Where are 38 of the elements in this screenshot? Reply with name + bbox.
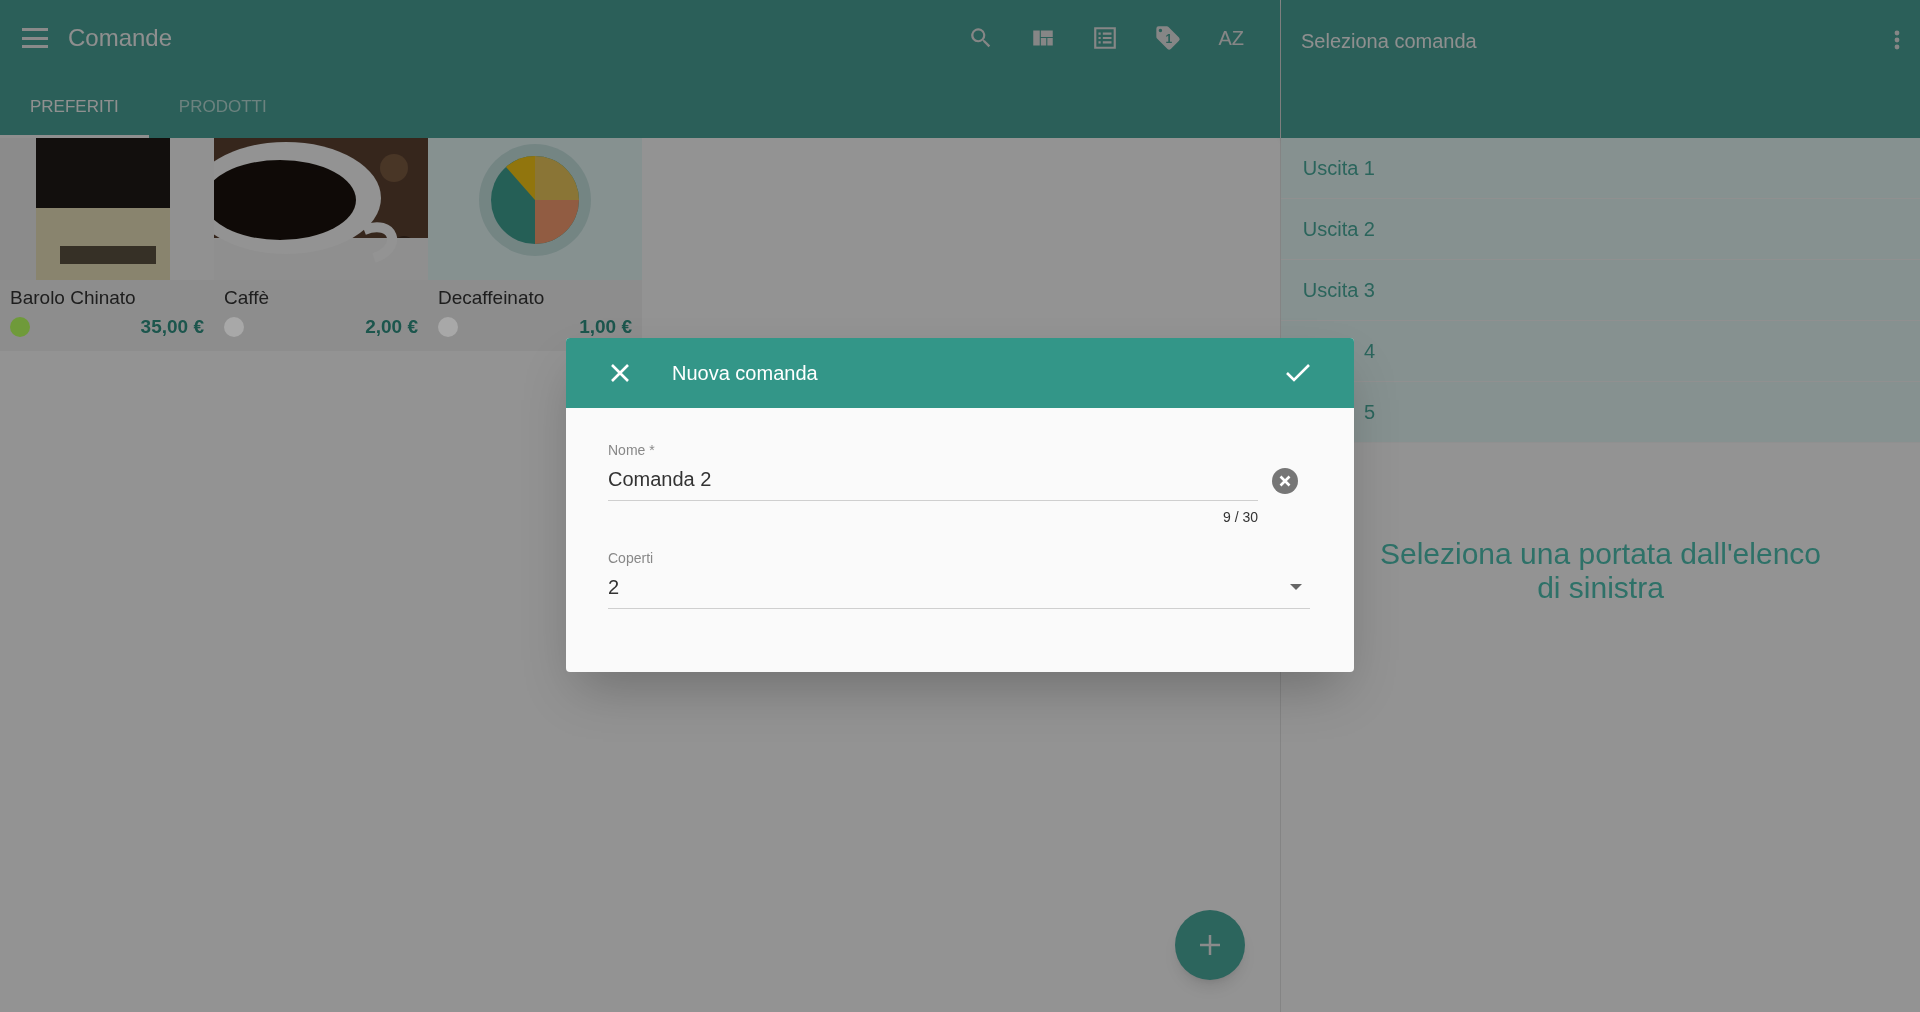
clear-icon[interactable]: [1272, 468, 1298, 494]
char-counter: 9 / 30: [1221, 508, 1258, 527]
tag-icon[interactable]: 1: [1154, 24, 1183, 52]
panel-title: Seleziona comanda: [1301, 29, 1477, 54]
more-icon[interactable]: [1894, 30, 1900, 50]
menu-icon[interactable]: [22, 28, 48, 48]
product-name: Decaffeinato: [437, 286, 546, 310]
course-row[interactable]: Uscita 1: [1281, 138, 1920, 199]
sort-button[interactable]: AZ: [1218, 23, 1244, 53]
course-label: 5: [1362, 400, 1375, 425]
tab[interactable]: PRODOTTI: [148, 76, 297, 138]
product-name: Caffè: [223, 286, 271, 310]
course-label: Uscita 1: [1301, 156, 1375, 181]
confirm-icon[interactable]: [1286, 363, 1310, 383]
product-price: 2,00 €: [365, 314, 418, 339]
product-price: 1,00 €: [579, 314, 632, 339]
product-card[interactable]: Decaffeinato 1,00 €: [428, 138, 642, 351]
close-icon[interactable]: [610, 363, 630, 383]
app-title: Comande: [68, 23, 173, 53]
dialog-title: Nuova comanda: [672, 361, 818, 386]
field-label: Nome *: [608, 442, 656, 458]
plus-icon: [1199, 934, 1221, 956]
product-card[interactable]: Barolo Chinato 35,00 €: [0, 138, 214, 351]
field-label: Coperti: [608, 550, 655, 566]
covers-select[interactable]: 2: [608, 566, 1310, 609]
course-row[interactable]: Uscita 2: [1281, 199, 1920, 260]
empty-message: Seleziona una portata dall'elenco di sinistra: [1378, 537, 1823, 606]
dropdown-icon: [1290, 584, 1302, 590]
product-name: Barolo Chinato: [9, 286, 137, 310]
product-card[interactable]: Caffè 2,00 €: [214, 138, 428, 351]
course-label: Uscita 2: [1301, 217, 1375, 242]
list-icon[interactable]: [1092, 25, 1119, 51]
course-label: Uscita 3: [1301, 278, 1375, 303]
product-price: 35,00 €: [140, 314, 204, 339]
course-label: 4: [1362, 339, 1375, 364]
course-row[interactable]: Uscita 3: [1281, 260, 1920, 321]
course-row[interactable]: 4: [1281, 321, 1920, 382]
name-field[interactable]: Comanda 2: [608, 458, 1258, 501]
